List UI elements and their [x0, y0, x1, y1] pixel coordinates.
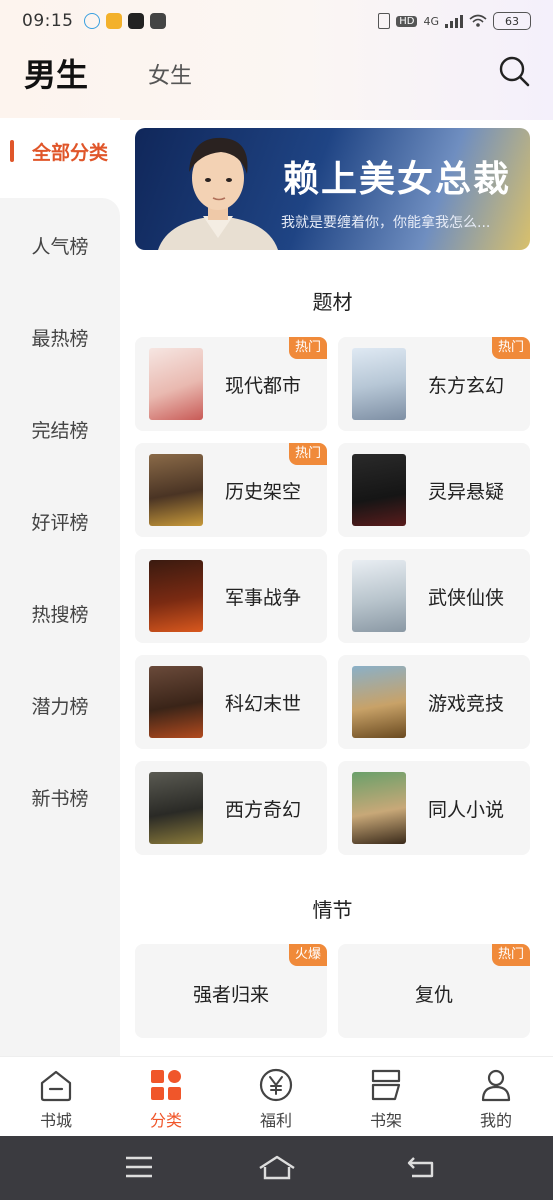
sidebar-item-all[interactable]: 全部分类 [12, 138, 132, 165]
genre-name: 武侠仙侠 [428, 587, 505, 609]
sidebar-item-hottest[interactable]: 最热榜 [0, 324, 120, 351]
bottom-navigation: 书城 分类 福利 书架 我的 [0, 1056, 553, 1136]
genre-card-gaming[interactable]: 游戏竞技 [338, 655, 530, 749]
hot-badge: 热门 [288, 337, 327, 359]
book-cover [149, 348, 203, 420]
genre-name: 历史架空 [225, 481, 302, 503]
nav-label: 我的 [479, 1111, 512, 1130]
book-cover [149, 772, 203, 844]
video-icon [149, 13, 166, 29]
genre-card-wuxia[interactable]: 武侠仙侠 [338, 549, 530, 643]
sidebar-item-potential[interactable]: 潜力榜 [0, 692, 120, 719]
genre-card-eastern-fantasy[interactable]: 东方玄幻 热门 [338, 337, 530, 431]
genre-card-fanfiction[interactable]: 同人小说 [338, 761, 530, 855]
back-icon[interactable] [406, 1154, 436, 1180]
nav-label: 书架 [369, 1111, 402, 1130]
plot-name: 强者归来 [192, 984, 269, 1006]
hot-badge: 热门 [491, 944, 530, 966]
promo-banner[interactable]: 赖上美女总裁 我就是要缠着你，你能拿我怎么... [135, 128, 530, 250]
nav-label: 分类 [149, 1111, 182, 1130]
tab-female[interactable]: 女生 [148, 58, 192, 90]
tiktok-icon [127, 13, 144, 29]
nav-label: 福利 [259, 1111, 292, 1130]
nav-category[interactable]: 分类 [126, 1067, 206, 1131]
plot-name: 复仇 [414, 984, 453, 1006]
genre-name: 现代都市 [225, 375, 302, 397]
notification-icons [83, 13, 166, 29]
app-notification-icon [105, 13, 122, 29]
genre-name: 游戏竞技 [428, 693, 505, 715]
category-sidebar: 全部分类 人气榜 最热榜 完结榜 好评榜 热搜榜 潜力榜 新书榜 [0, 118, 120, 1058]
sidebar-item-completed[interactable]: 完结榜 [0, 416, 120, 443]
tab-male[interactable]: 男生 [24, 50, 88, 96]
genre-card-scifi[interactable]: 科幻末世 [135, 655, 327, 749]
hot-badge: 热门 [491, 337, 530, 359]
section-title-plot: 情节 [312, 898, 353, 922]
book-cover [352, 772, 406, 844]
wifi-icon [469, 14, 487, 27]
fire-badge: 火爆 [288, 944, 327, 966]
genre-name: 灵异悬疑 [428, 481, 505, 503]
plot-card-revenge[interactable]: 复仇 热门 [338, 944, 530, 1038]
network-type: 4G [423, 14, 439, 28]
banner-character-illustration [158, 137, 278, 250]
book-cover [352, 454, 406, 526]
system-navigation-bar [0, 1136, 553, 1200]
status-time: 09:15 [22, 11, 74, 31]
vibrate-icon [378, 13, 391, 29]
book-cover [149, 666, 203, 738]
book-cover [352, 348, 406, 420]
genre-card-military[interactable]: 军事战争 [135, 549, 327, 643]
banner-subtitle: 我就是要缠着你，你能拿我怎么... [281, 215, 491, 231]
section-title-genre: 题材 [312, 290, 353, 314]
book-cover [352, 560, 406, 632]
sidebar-item-popular[interactable]: 人气榜 [0, 232, 120, 259]
signal-icon [445, 14, 463, 28]
genre-name: 同人小说 [428, 799, 505, 821]
qq-icon [83, 13, 100, 29]
genre-card-modern-city[interactable]: 现代都市 热门 [135, 337, 327, 431]
book-cover [352, 666, 406, 738]
book-cover [149, 454, 203, 526]
book-cover [149, 560, 203, 632]
sidebar-item-new[interactable]: 新书榜 [0, 784, 120, 811]
menu-icon[interactable] [124, 1154, 154, 1180]
bookshelf-icon [371, 1069, 401, 1101]
status-right: HD 4G 63 [378, 12, 531, 30]
plot-card-strong-return[interactable]: 强者归来 火爆 [135, 944, 327, 1038]
genre-name: 军事战争 [225, 587, 302, 609]
search-icon[interactable] [497, 54, 531, 88]
banner-title: 赖上美女总裁 [283, 158, 512, 200]
nav-welfare[interactable]: 福利 [236, 1067, 316, 1131]
battery-indicator: 63 [493, 12, 531, 30]
nav-profile[interactable]: 我的 [456, 1067, 536, 1131]
genre-name: 西方奇幻 [225, 799, 302, 821]
sidebar-item-trending[interactable]: 热搜榜 [0, 600, 120, 627]
status-bar: 09:15 HD 4G 63 [0, 0, 553, 42]
hot-badge: 热门 [288, 443, 327, 465]
hd-badge: HD [396, 15, 418, 27]
yen-coin-icon [259, 1068, 293, 1102]
top-tabs: 男生 女生 [0, 44, 553, 100]
home-icon [40, 1070, 72, 1102]
category-icon [151, 1070, 181, 1100]
genre-name: 科幻末世 [225, 693, 302, 715]
nav-label: 书城 [39, 1111, 72, 1130]
profile-icon [481, 1069, 511, 1102]
genre-card-history[interactable]: 历史架空 热门 [135, 443, 327, 537]
genre-card-western-fantasy[interactable]: 西方奇幻 [135, 761, 327, 855]
sidebar-item-rated[interactable]: 好评榜 [0, 508, 120, 535]
genre-card-supernatural[interactable]: 灵异悬疑 [338, 443, 530, 537]
genre-name: 东方玄幻 [428, 375, 505, 397]
home-button-icon[interactable] [258, 1154, 296, 1182]
nav-bookshelf[interactable]: 书架 [346, 1067, 426, 1131]
nav-bookstore[interactable]: 书城 [16, 1067, 96, 1131]
